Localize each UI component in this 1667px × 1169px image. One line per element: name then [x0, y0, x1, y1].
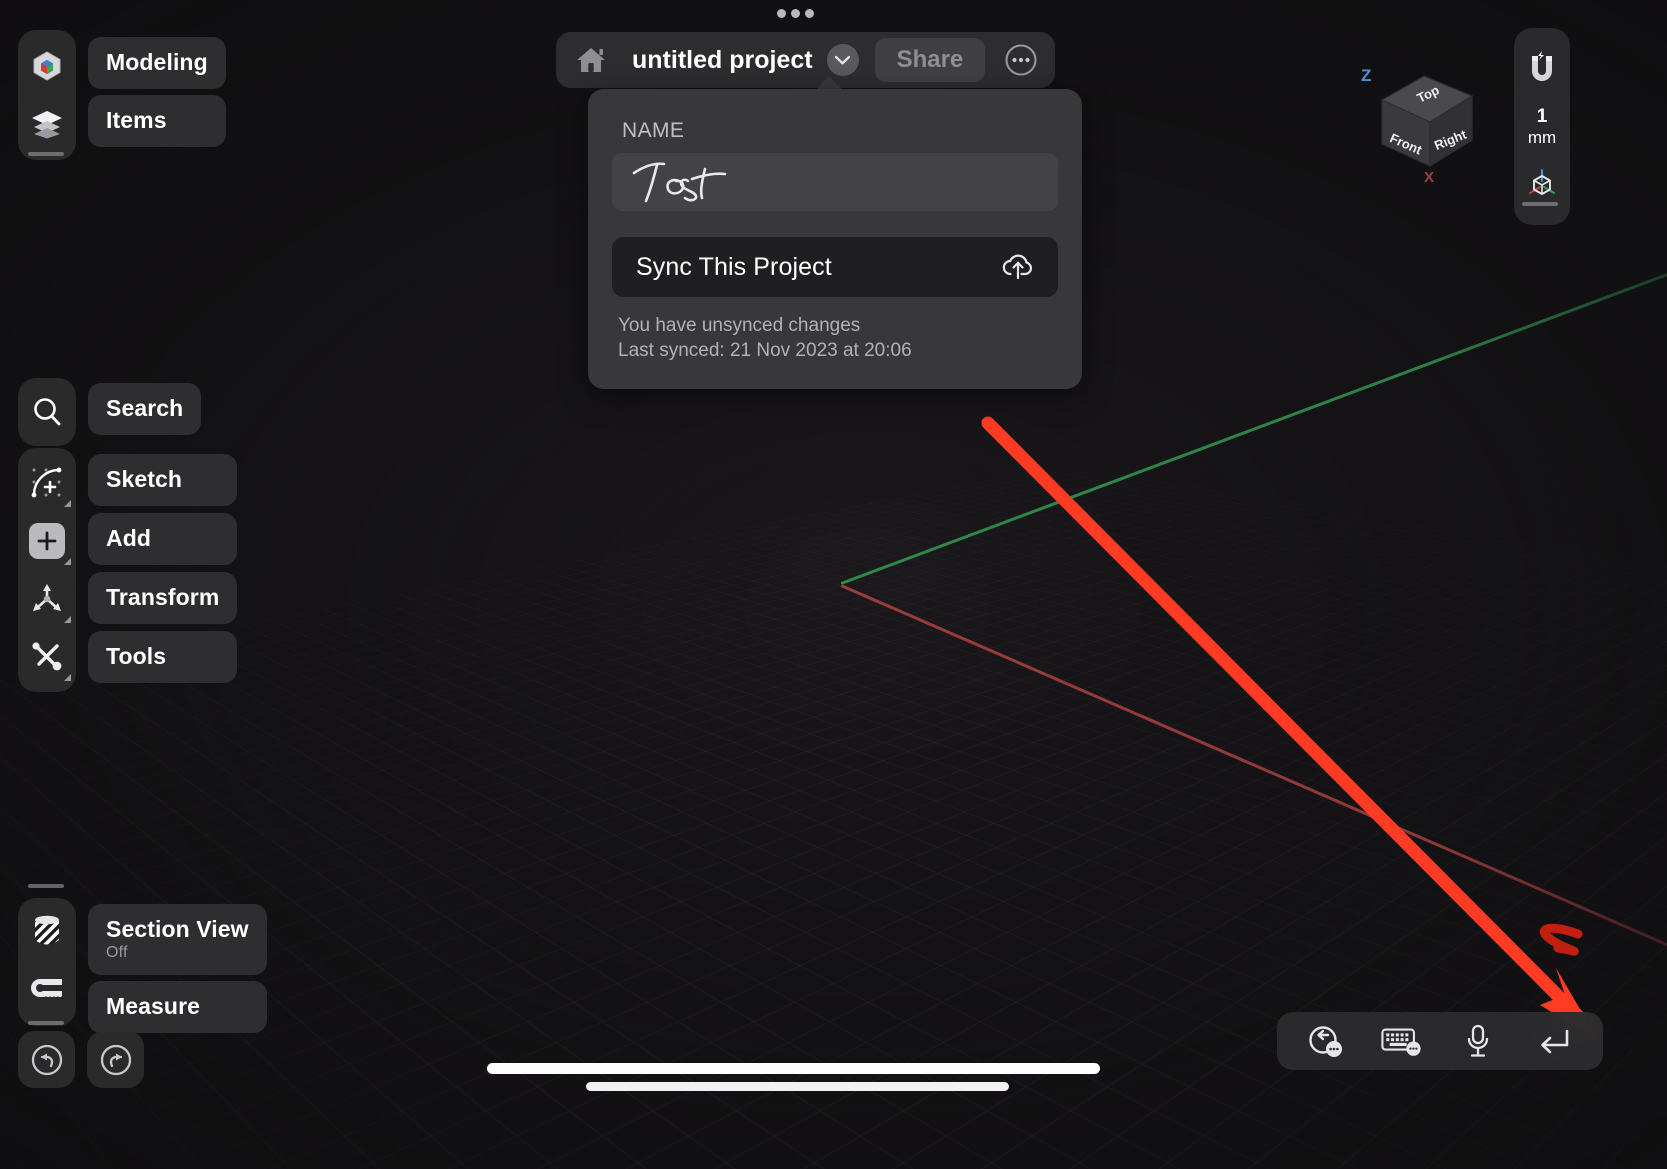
- tool-sketch-button[interactable]: Sketch: [88, 454, 238, 506]
- grid-unit-value: 1: [1536, 106, 1548, 127]
- submenu-indicator: [64, 674, 71, 681]
- x-axis-label: X: [1424, 169, 1435, 186]
- wrench-screwdriver-icon[interactable]: [18, 628, 76, 686]
- magnet-icon[interactable]: [1513, 38, 1571, 96]
- colored-cube-icon[interactable]: [18, 37, 76, 95]
- search-icon-rail: [18, 378, 76, 446]
- submenu-indicator: [64, 500, 71, 507]
- tool-tools-button[interactable]: Tools: [88, 631, 238, 683]
- workspace-items-button[interactable]: Items: [88, 95, 226, 147]
- project-name-label: untitled project: [632, 45, 813, 74]
- project-titlebar: untitled project Share: [556, 32, 1056, 88]
- undo-suggestions-icon[interactable]: [1305, 1021, 1347, 1061]
- view-tools-icon-rail: [18, 898, 76, 1026]
- shapr3d-app-window: Modeling Items Search Sketch Add Transfo…: [0, 0, 1667, 1169]
- plus-square-icon[interactable]: [18, 512, 76, 570]
- cloud-upload-icon: [1000, 250, 1036, 285]
- toolbar-drag-handle-bottom[interactable]: [28, 1021, 64, 1025]
- workspace-modeling-button[interactable]: Modeling: [88, 37, 226, 89]
- measure-button[interactable]: Measure: [88, 981, 267, 1033]
- three-dot-handle-icon[interactable]: [777, 9, 814, 18]
- section-view-icon[interactable]: [18, 904, 76, 962]
- workspace-icon-rail: [18, 30, 76, 160]
- submenu-indicator: [64, 616, 71, 623]
- toolbar-drag-handle-middle[interactable]: [28, 884, 64, 888]
- grid-unit-readout[interactable]: 1 mm: [1528, 102, 1556, 149]
- grid-unit-name: mm: [1527, 127, 1557, 147]
- layers-icon[interactable]: [18, 95, 76, 153]
- section-view-state: Off: [106, 944, 128, 961]
- sync-project-label: Sync This Project: [636, 252, 832, 281]
- sync-status-text: You have unsynced changes Last synced: 2…: [618, 313, 1058, 363]
- search-cluster: Search: [18, 378, 202, 446]
- search-button[interactable]: Search: [88, 383, 202, 435]
- sync-status-line-1: You have unsynced changes: [618, 315, 861, 336]
- transform-axes-icon[interactable]: [18, 570, 76, 628]
- search-icon[interactable]: [18, 383, 76, 441]
- home-icon[interactable]: [568, 38, 614, 82]
- redo-circle-icon: [100, 1044, 131, 1075]
- tools-labels: Sketch Add Transform Tools: [88, 448, 238, 690]
- right-settings-rail: 1 mm: [1513, 28, 1571, 226]
- project-name-input[interactable]: [612, 153, 1058, 211]
- tool-add-button[interactable]: Add: [88, 513, 238, 565]
- project-settings-popover: NAME Sync This Project You have unsynced…: [588, 89, 1082, 390]
- home-indicator-bar-secondary[interactable]: [586, 1082, 1009, 1091]
- workspace-switcher: Modeling Items: [18, 30, 226, 160]
- measure-tape-icon[interactable]: [18, 962, 76, 1020]
- microphone-icon[interactable]: [1457, 1021, 1499, 1061]
- view-tools-labels: Section View Off Measure: [88, 898, 267, 1033]
- home-indicator-bar-primary[interactable]: [487, 1063, 1100, 1074]
- undo-button[interactable]: [18, 1031, 75, 1088]
- workspace-labels: Modeling Items: [88, 30, 226, 160]
- toolbar-drag-handle-top[interactable]: [28, 152, 64, 156]
- section-view-label: Section View: [106, 916, 249, 942]
- sync-project-button[interactable]: Sync This Project: [612, 237, 1058, 297]
- handwritten-name-value: [632, 162, 727, 203]
- section-view-button[interactable]: Section View Off: [88, 904, 267, 975]
- keyboard-suggestions-icon[interactable]: [1381, 1021, 1423, 1061]
- ellipsis-circle-icon[interactable]: [995, 36, 1047, 84]
- redo-button[interactable]: [87, 1031, 144, 1088]
- history-controls: [18, 1031, 144, 1088]
- tool-transform-button[interactable]: Transform: [88, 572, 238, 624]
- navigation-cube[interactable]: Top Front Right: [1368, 62, 1488, 182]
- ios-keyboard-bar: [1277, 1012, 1603, 1070]
- submenu-indicator: [64, 558, 71, 565]
- name-section-label: NAME: [622, 119, 685, 142]
- right-rail-drag-handle[interactable]: [1522, 202, 1558, 206]
- view-tools-cluster: Section View Off Measure: [18, 898, 267, 1033]
- return-key-icon[interactable]: [1533, 1021, 1575, 1061]
- sync-status-line-2: Last synced: 21 Nov 2023 at 20:06: [618, 340, 912, 362]
- chevron-down-icon[interactable]: [826, 44, 859, 76]
- undo-circle-icon: [31, 1044, 62, 1075]
- tools-icon-rail: [18, 448, 76, 692]
- sketch-arc-plus-icon[interactable]: [18, 454, 76, 512]
- share-button[interactable]: Share: [874, 38, 986, 82]
- modeling-tools-cluster: Sketch Add Transform Tools: [18, 448, 238, 692]
